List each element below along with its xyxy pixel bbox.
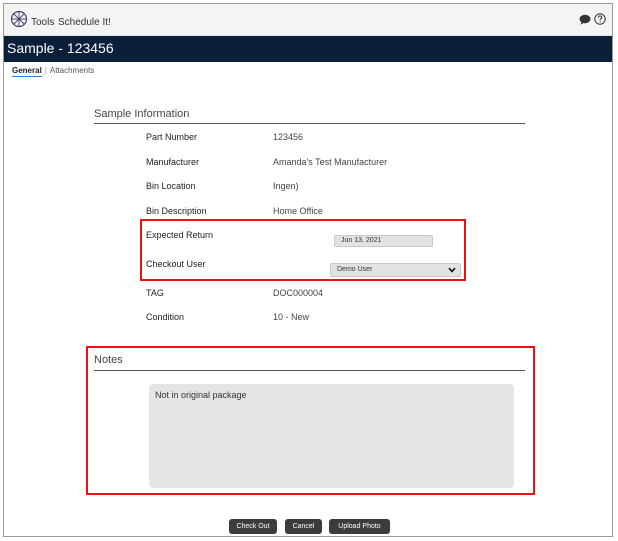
bin-location-value: Ingen) [273,181,299,191]
part-number-value: 123456 [273,132,304,142]
tab-bar: General | Attachments [12,66,94,77]
compass-logo-icon[interactable] [10,10,28,28]
tab-attachments[interactable]: Attachments [50,66,94,75]
tab-general[interactable]: General [12,66,42,77]
tag-label: TAG [146,288,164,298]
sample-info-divider [94,123,525,124]
cancel-button[interactable]: Cancel [285,519,322,534]
manufacturer-label: Manufacturer [146,157,200,167]
page-title: Sample - 123456 [7,40,114,56]
upload-photo-button[interactable]: Upload Photo [329,519,390,534]
bin-description-label: Bin Description [146,206,207,216]
chat-bubble-icon[interactable] [579,14,591,25]
bin-location-label: Bin Location [146,181,196,191]
tab-separator: | [44,66,47,75]
bin-description-value: Home Office [273,206,323,216]
app-window: Tools Schedule It! Sample - 123456 Gener… [3,3,613,537]
notes-highlight [86,346,535,495]
check-out-button[interactable]: Check Out [229,519,277,534]
return-checkout-highlight [140,219,466,281]
nav-schedule-it[interactable]: Schedule It! [58,17,111,28]
condition-label: Condition [146,312,185,322]
nav-tools[interactable]: Tools [31,17,54,28]
sample-info-heading: Sample Information [94,108,190,120]
tag-value: DOC000004 [273,288,324,298]
part-number-label: Part Number [146,132,198,142]
top-nav-bar: Tools Schedule It! [4,4,612,36]
manufacturer-value: Amanda's Test Manufacturer [273,157,388,167]
condition-value: 10 - New [273,312,310,322]
page-header: Sample - 123456 [4,36,612,62]
help-circle-icon[interactable] [594,13,606,25]
